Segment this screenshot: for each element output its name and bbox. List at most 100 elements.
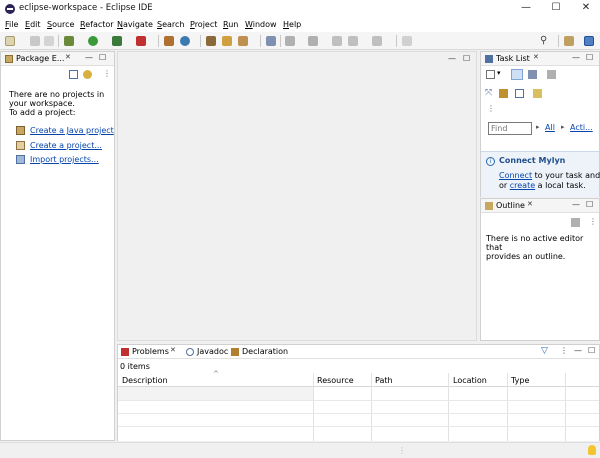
open-folder-icon[interactable] (222, 36, 232, 46)
eclipse-logo-icon (5, 4, 15, 14)
chevron-down-icon[interactable]: ▾ (497, 69, 501, 77)
tab-problems[interactable]: Problems (132, 347, 169, 356)
menu-search[interactable]: Search (157, 20, 184, 29)
menu-source[interactable]: Source (47, 20, 74, 29)
menu-edit[interactable]: Edit (25, 20, 41, 29)
filter-activate-link[interactable]: Acti... (570, 123, 593, 132)
column-path[interactable]: Path (375, 376, 393, 385)
java-perspective-icon[interactable] (584, 36, 594, 46)
connect-text2: a local task. (535, 181, 586, 190)
view-menu-icon[interactable]: ⋮ (487, 104, 495, 113)
collapse-all-icon[interactable] (515, 89, 524, 98)
close-button[interactable]: ✕ (572, 0, 600, 18)
run-icon[interactable] (88, 36, 98, 46)
connect-link[interactable]: Connect (499, 171, 532, 180)
menu-refactor[interactable]: Refactor (80, 20, 114, 29)
next-annotation-icon[interactable] (285, 36, 295, 46)
column-divider (507, 373, 508, 441)
minimize-view-icon[interactable]: — (572, 200, 580, 209)
close-tab-icon[interactable]: ✕ (170, 346, 176, 354)
tab-javadoc[interactable]: Javadoc (197, 347, 228, 356)
new-task-icon[interactable] (486, 70, 495, 79)
close-tab-icon[interactable]: ✕ (65, 53, 71, 61)
open-type-icon[interactable] (206, 36, 216, 46)
view-menu-icon[interactable]: ⋮ (103, 69, 111, 78)
find-task-input[interactable] (488, 122, 532, 135)
editor-maximize-icon[interactable]: ☐ (463, 54, 470, 63)
menu-navigate[interactable]: Navigate (117, 20, 153, 29)
close-tab-icon[interactable]: ✕ (533, 53, 539, 61)
search-icon[interactable]: ⚲ (540, 35, 547, 46)
new-java-class-icon[interactable] (180, 36, 190, 46)
save-all-icon[interactable] (44, 36, 54, 46)
tab-package-explorer[interactable]: Package E... (16, 54, 64, 63)
maximize-view-icon[interactable]: ☐ (588, 346, 595, 355)
scheduled-icon[interactable] (528, 70, 537, 79)
menu-help[interactable]: Help (283, 20, 301, 29)
save-icon[interactable] (30, 36, 40, 46)
open-perspective-icon[interactable] (564, 36, 574, 46)
editor-minimize-icon[interactable]: — (448, 54, 456, 63)
focus-icon[interactable] (547, 70, 556, 79)
create-project-link[interactable]: Create a project... (30, 141, 102, 150)
maximize-view-icon[interactable]: ☐ (99, 53, 106, 62)
create-local-task-link[interactable]: create (510, 181, 535, 190)
tip-bulb-icon[interactable] (588, 445, 596, 455)
column-resource[interactable]: Resource (317, 376, 354, 385)
filter-icon[interactable]: ▽ (541, 346, 548, 356)
back-icon[interactable] (348, 36, 358, 46)
column-type[interactable]: Type (511, 376, 529, 385)
forward-icon[interactable] (372, 36, 382, 46)
tab-outline[interactable]: Outline (496, 201, 525, 210)
coverage-icon[interactable] (112, 36, 122, 46)
categorized-icon[interactable] (511, 69, 523, 80)
debug-icon[interactable] (64, 36, 74, 46)
synchronize-icon[interactable] (499, 89, 508, 98)
close-tab-icon[interactable]: ✕ (527, 200, 533, 208)
new-icon[interactable] (5, 36, 15, 46)
play-icon: ▸ (536, 123, 540, 131)
minimize-view-icon[interactable]: — (85, 53, 93, 62)
column-divider (565, 373, 566, 441)
import-projects-link[interactable]: Import projects... (30, 155, 99, 164)
column-divider (371, 373, 372, 441)
tab-declaration[interactable]: Declaration (242, 347, 288, 356)
menu-file[interactable]: File (5, 20, 18, 29)
maximize-button[interactable]: ☐ (542, 0, 570, 18)
column-description[interactable]: Description (122, 376, 168, 385)
focus-icon[interactable] (571, 218, 580, 227)
minimize-button[interactable]: — (512, 0, 540, 18)
row-divider (118, 413, 599, 414)
menu-window[interactable]: Window (245, 20, 277, 29)
link-with-editor-icon[interactable] (83, 70, 92, 79)
create-java-project-link[interactable]: Create a Java project (30, 126, 114, 135)
search-tool-icon[interactable] (238, 36, 248, 46)
row-divider (118, 400, 599, 401)
new-java-package-icon[interactable] (164, 36, 174, 46)
package-explorer-tab-header: Package E... ✕ — ☐ (1, 52, 114, 66)
problems-table: Description ^ Resource Path Location Typ… (118, 370, 599, 441)
presentation-icon[interactable] (533, 89, 542, 98)
filter-all-link[interactable]: All (545, 123, 555, 132)
hide-completed-icon[interactable]: ⤧ (485, 88, 492, 98)
column-divider (313, 373, 314, 441)
tab-task-list[interactable]: Task List (496, 54, 530, 63)
table-row (118, 387, 313, 400)
last-edit-icon[interactable] (332, 36, 342, 46)
previous-annotation-icon[interactable] (308, 36, 318, 46)
pin-editor-icon[interactable] (402, 36, 412, 46)
minimize-view-icon[interactable]: — (574, 346, 582, 355)
menu-project[interactable]: Project (190, 20, 217, 29)
view-menu-icon[interactable]: ⋮ (560, 346, 568, 355)
maximize-view-icon[interactable]: ☐ (586, 53, 593, 62)
problems-icon (121, 348, 129, 356)
external-tools-icon[interactable] (136, 36, 146, 46)
view-menu-icon[interactable]: ⋮ (589, 217, 597, 226)
toggle-mark-icon[interactable] (266, 36, 276, 46)
maximize-view-icon[interactable]: ☐ (586, 200, 593, 209)
menu-run[interactable]: Run (223, 20, 238, 29)
minimize-view-icon[interactable]: — (572, 53, 580, 62)
column-location[interactable]: Location (453, 376, 487, 385)
collapse-all-icon[interactable] (69, 70, 78, 79)
connect-or-text: or (499, 181, 510, 190)
